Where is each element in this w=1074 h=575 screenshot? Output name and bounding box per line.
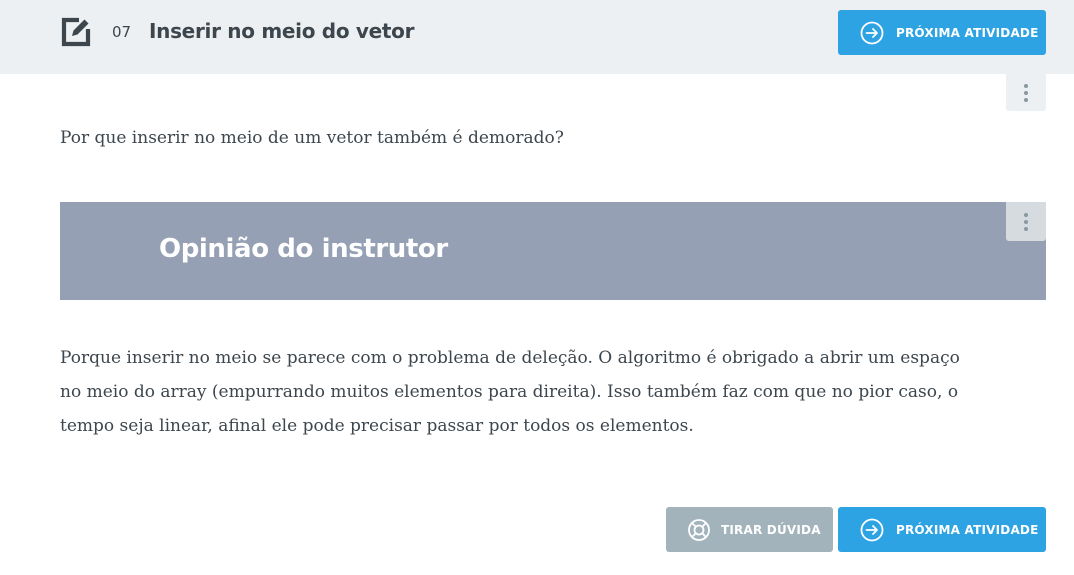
top-bar: 07 Inserir no meio do vetor PRÓXIMA ATIV… bbox=[0, 0, 1074, 74]
opinion-title: Opinião do instrutor bbox=[159, 234, 448, 264]
next-activity-label: PRÓXIMA ATIVIDADE bbox=[896, 522, 1039, 537]
arrow-circle-right-icon bbox=[860, 518, 884, 541]
next-activity-button-top[interactable]: PRÓXIMA ATIVIDADE bbox=[838, 10, 1046, 55]
ask-question-button[interactable]: TIRAR DÚVIDA bbox=[666, 507, 833, 552]
next-activity-label: PRÓXIMA ATIVIDADE bbox=[896, 25, 1039, 40]
question-text: Por que inserir no meio de um vetor tamb… bbox=[60, 128, 564, 148]
next-activity-button-bottom[interactable]: PRÓXIMA ATIVIDADE bbox=[838, 507, 1046, 552]
instructor-answer: Porque inserir no meio se parece com o p… bbox=[60, 348, 960, 436]
task-title: Inserir no meio do vetor bbox=[149, 19, 415, 43]
arrow-circle-right-icon bbox=[860, 21, 884, 44]
vertical-dots-icon bbox=[1024, 212, 1028, 217]
ask-question-label: TIRAR DÚVIDA bbox=[721, 522, 821, 537]
vertical-dots-icon bbox=[1024, 83, 1028, 88]
lifebuoy-icon bbox=[688, 518, 710, 541]
edit-task-icon bbox=[61, 17, 91, 47]
question-menu-button[interactable] bbox=[1006, 74, 1046, 111]
task-number: 07 bbox=[112, 23, 132, 41]
instructor-opinion-banner: Opinião do instrutor bbox=[60, 202, 1046, 300]
opinion-menu-button[interactable] bbox=[1006, 202, 1046, 241]
